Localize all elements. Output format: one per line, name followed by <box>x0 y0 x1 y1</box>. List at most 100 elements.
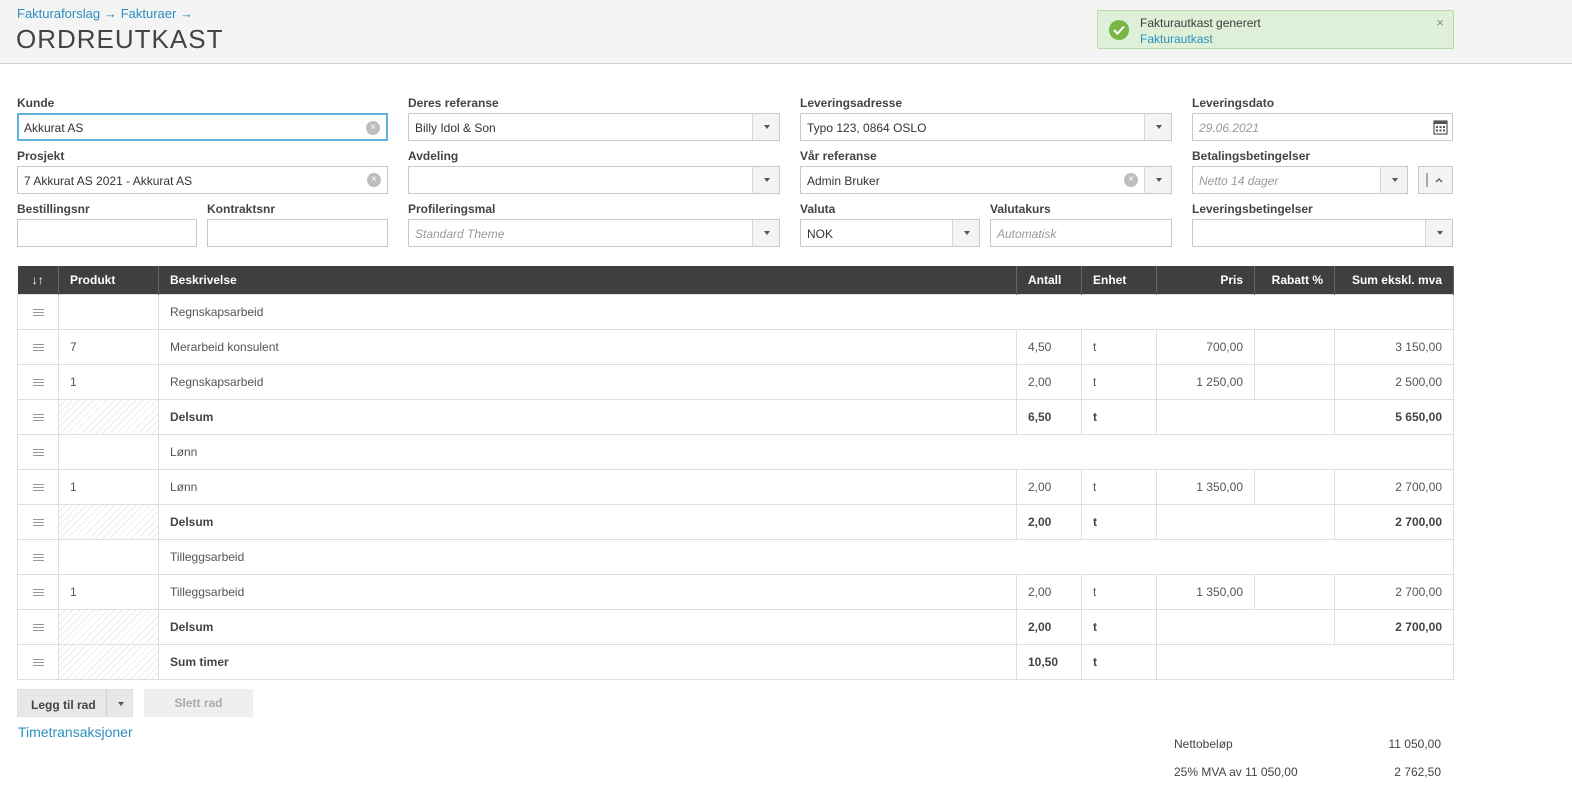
column-header-enhet[interactable]: Enhet <box>1081 266 1157 294</box>
timetransaksjoner-link[interactable]: Timetransaksjoner <box>18 724 133 740</box>
chevron-down-icon[interactable] <box>106 690 133 716</box>
toast-link[interactable]: Fakturautkast <box>1140 32 1213 46</box>
table-row[interactable]: 1 Lønn 2,00 t 1 350,00 2 700,00 <box>17 468 1454 505</box>
cell-pris[interactable]: 1 350,00 <box>1156 468 1255 505</box>
chevron-down-icon[interactable] <box>1144 114 1171 140</box>
cell-produkt-disabled <box>58 503 159 540</box>
close-icon[interactable]: × <box>1436 15 1444 30</box>
cell-enhet[interactable]: t <box>1081 328 1157 365</box>
deres-referanse-select[interactable]: Billy Idol & Son <box>408 113 780 141</box>
cell-beskrivelse[interactable]: Tilleggsarbeid <box>158 538 1454 575</box>
leveringsadresse-select[interactable]: Typo 123, 0864 OSLO <box>800 113 1172 141</box>
cell-pris[interactable]: 700,00 <box>1156 328 1255 365</box>
drag-handle-icon[interactable] <box>17 468 59 505</box>
cell-beskrivelse[interactable]: Tilleggsarbeid <box>158 573 1017 610</box>
kontraktsnr-input[interactable] <box>207 219 388 247</box>
chevron-down-icon[interactable] <box>1144 167 1171 193</box>
drag-handle-icon[interactable] <box>17 643 59 680</box>
cell-antall[interactable]: 2,00 <box>1016 468 1082 505</box>
clear-icon[interactable]: × <box>367 173 381 187</box>
cell-beskrivelse[interactable]: Regnskapsarbeid <box>158 363 1017 400</box>
leveringsbetingelser-label: Leveringsbetingelser <box>1192 202 1313 216</box>
drag-handle-icon[interactable] <box>17 363 59 400</box>
cell-rabatt[interactable] <box>1254 328 1335 365</box>
cell-pris[interactable]: 1 350,00 <box>1156 573 1255 610</box>
cell-antall[interactable]: 4,50 <box>1016 328 1082 365</box>
cell-produkt[interactable] <box>58 293 159 330</box>
chevron-down-icon[interactable] <box>952 220 979 246</box>
column-header-produkt[interactable]: Produkt <box>58 266 159 294</box>
drag-handle-icon[interactable] <box>17 433 59 470</box>
prosjekt-input[interactable]: 7 Akkurat AS 2021 - Akkurat AS × <box>17 166 388 194</box>
drag-handle-icon[interactable] <box>17 503 59 540</box>
avdeling-label: Avdeling <box>408 149 459 163</box>
cell-enhet[interactable]: t <box>1081 363 1157 400</box>
leveringsadresse-label: Leveringsadresse <box>800 96 903 110</box>
drag-handle-icon[interactable] <box>17 538 59 575</box>
drag-handle-icon[interactable] <box>17 573 59 610</box>
column-header-beskrivelse[interactable]: Beskrivelse <box>158 266 1017 294</box>
calendar-icon[interactable] <box>1433 119 1448 138</box>
clear-icon[interactable]: × <box>1124 173 1138 187</box>
breadcrumb-item-fakturaforslag[interactable]: Fakturaforslag → <box>17 6 117 21</box>
valutakurs-input[interactable]: Automatisk <box>990 219 1172 247</box>
chevron-down-icon[interactable] <box>752 114 779 140</box>
cell-pris[interactable]: 1 250,00 <box>1156 363 1255 400</box>
cell-antall: 10,50 <box>1016 643 1082 680</box>
chevron-down-icon[interactable] <box>752 220 779 246</box>
cell-rabatt[interactable] <box>1254 363 1335 400</box>
table-row[interactable]: 1 Regnskapsarbeid 2,00 t 1 250,00 2 500,… <box>17 363 1454 400</box>
profileringsmal-select[interactable]: Standard Theme <box>408 219 780 247</box>
column-header-pris[interactable]: Pris <box>1156 266 1255 294</box>
cell-enhet[interactable]: t <box>1081 573 1157 610</box>
cell-produkt[interactable]: 1 <box>58 468 159 505</box>
valuta-select[interactable]: NOK <box>800 219 980 247</box>
add-row-button[interactable]: Legg til rad <box>17 689 133 717</box>
cell-beskrivelse[interactable]: Lønn <box>158 468 1017 505</box>
var-referanse-select[interactable]: Admin Bruker × <box>800 166 1172 194</box>
drag-handle-icon[interactable] <box>17 398 59 435</box>
drag-handle-icon[interactable] <box>17 608 59 645</box>
cell-antall: 6,50 <box>1016 398 1082 435</box>
order-lines-table: ↓↑ Produkt Beskrivelse Antall Enhet Pris… <box>17 266 1454 680</box>
cell-antall[interactable]: 2,00 <box>1016 363 1082 400</box>
table-row[interactable]: Regnskapsarbeid <box>17 293 1454 330</box>
chevron-down-icon[interactable] <box>752 167 779 193</box>
table-row[interactable]: Tilleggsarbeid <box>17 538 1454 575</box>
cell-antall[interactable]: 2,00 <box>1016 573 1082 610</box>
cell-rabatt[interactable] <box>1254 468 1335 505</box>
drag-handle-icon[interactable] <box>17 328 59 365</box>
cell-rabatt[interactable] <box>1254 573 1335 610</box>
table-row[interactable]: Lønn <box>17 433 1454 470</box>
chevron-down-icon[interactable] <box>1425 220 1452 246</box>
column-header-rabatt[interactable]: Rabatt % <box>1254 266 1335 294</box>
cell-produkt[interactable] <box>58 538 159 575</box>
column-header-antall[interactable]: Antall <box>1016 266 1082 294</box>
delete-row-button[interactable]: Slett rad <box>144 689 253 717</box>
cell-produkt[interactable]: 1 <box>58 363 159 400</box>
collapse-button[interactable] <box>1418 166 1453 194</box>
clear-icon[interactable]: × <box>366 121 380 135</box>
table-row[interactable]: 1 Tilleggsarbeid 2,00 t 1 350,00 2 700,0… <box>17 573 1454 610</box>
cell-produkt[interactable]: 7 <box>58 328 159 365</box>
chevron-down-icon[interactable] <box>1380 167 1407 193</box>
leveringsbetingelser-select[interactable] <box>1192 219 1453 247</box>
cell-beskrivelse[interactable]: Lønn <box>158 433 1454 470</box>
drag-handle-icon[interactable] <box>17 293 59 330</box>
valutakurs-label: Valutakurs <box>990 202 1051 216</box>
avdeling-select[interactable] <box>408 166 780 194</box>
betalingsbetingelser-select[interactable]: Netto 14 dager <box>1192 166 1408 194</box>
cell-beskrivelse[interactable]: Merarbeid konsulent <box>158 328 1017 365</box>
cell-enhet[interactable]: t <box>1081 468 1157 505</box>
kunde-input[interactable]: Akkurat AS × <box>17 113 388 141</box>
cell-produkt[interactable]: 1 <box>58 573 159 610</box>
leveringsdato-input[interactable]: 29.06.2021 <box>1192 113 1453 141</box>
profileringsmal-placeholder: Standard Theme <box>415 227 505 241</box>
sort-icon[interactable]: ↓↑ <box>17 266 59 294</box>
column-header-sum[interactable]: Sum ekskl. mva <box>1334 266 1454 294</box>
table-row[interactable]: 7 Merarbeid konsulent 4,50 t 700,00 3 15… <box>17 328 1454 365</box>
cell-produkt[interactable] <box>58 433 159 470</box>
bestillingsnr-input[interactable] <box>17 219 197 247</box>
breadcrumb-item-fakturaer[interactable]: Fakturaer → <box>121 6 193 21</box>
cell-beskrivelse[interactable]: Regnskapsarbeid <box>158 293 1454 330</box>
